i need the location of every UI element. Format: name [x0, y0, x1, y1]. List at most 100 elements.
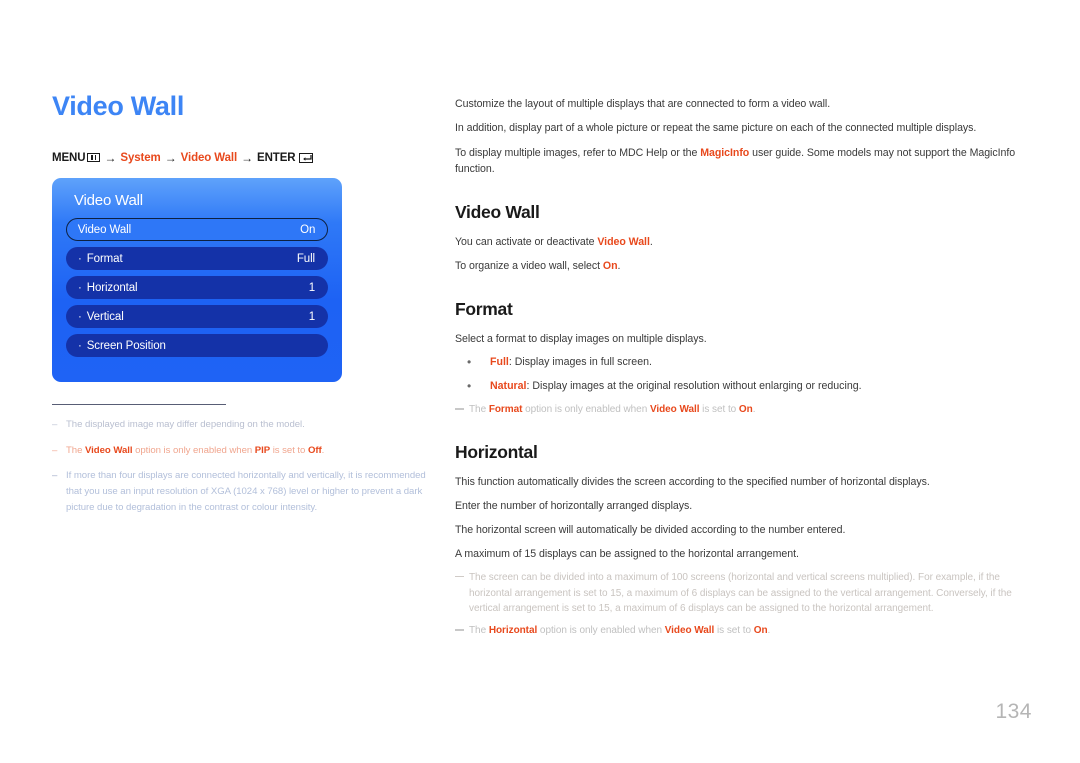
intro-paragraph: In addition, display part of a whole pic… — [455, 120, 1031, 136]
intro-paragraph: To display multiple images, refer to MDC… — [455, 145, 1031, 178]
osd-row-horizontal[interactable]: · Horizontal 1 — [66, 276, 328, 299]
section-heading: Horizontal — [455, 442, 538, 463]
emphasis-text: Format — [488, 404, 523, 416]
left-notes-list: – The displayed image may differ dependin… — [52, 417, 430, 515]
breadcrumb-arrow-2: → — [164, 150, 177, 165]
emphasis-text: Off — [307, 444, 322, 456]
osd-menu-panel: Video Wall Video Wall On · Format Full · Horiz… — [52, 178, 342, 382]
osd-row-label: · Horizontal — [78, 282, 138, 294]
section-video-wall: Video Wall You can activate or deactivate… — [455, 202, 1031, 275]
text-run: The — [469, 404, 489, 416]
section-paragraph: This function automatically divides the … — [455, 474, 1031, 491]
breadcrumb-arrow-3: → — [241, 150, 254, 165]
text-run: In addition, display part of a whole pic… — [455, 122, 977, 135]
text-run: To display multiple images, refer to MDC… — [455, 146, 701, 159]
emphasis-text: On — [602, 259, 618, 272]
left-column: Video Wall MENU → System → Video Wall → … — [52, 91, 432, 165]
text-run: A maximum of 15 displays can be assigned… — [455, 547, 799, 560]
text-run: . — [617, 259, 621, 272]
text-run: This function automatically divides the … — [455, 476, 930, 489]
osd-row-label: · Screen Position — [78, 340, 166, 352]
bullet-dot-icon: • — [467, 379, 472, 394]
osd-row-label-text: Horizontal — [86, 281, 138, 294]
text-run: is set to — [714, 625, 754, 637]
osd-row-format[interactable]: · Format Full — [66, 247, 328, 270]
section-paragraph: A maximum of 15 displays can be assigned… — [455, 546, 1031, 563]
document-page: Video Wall MENU → System → Video Wall → … — [0, 0, 1080, 763]
osd-row-bullet-icon: · — [78, 281, 82, 294]
osd-row-label: · Vertical — [78, 311, 124, 323]
osd-row-bullet-icon: · — [78, 339, 82, 352]
breadcrumb-menu: MENU — [52, 151, 101, 164]
osd-row-value: 1 — [308, 281, 315, 294]
section-note: The Horizontal option is only enabled wh… — [455, 623, 1031, 639]
text-run: The — [469, 625, 489, 637]
text-run: is set to — [699, 404, 739, 416]
breadcrumb-arrow-1: → — [104, 150, 117, 165]
text-run: : Display images in full screen. — [508, 356, 652, 369]
menu-grid-icon — [87, 153, 101, 163]
emphasis-text: Video Wall — [664, 625, 715, 637]
text-run: The horizontal screen will automatically… — [455, 523, 846, 536]
section-note: The Format option is only enabled when V… — [455, 402, 1031, 418]
osd-row-label-text: Video Wall — [77, 223, 132, 236]
text-run: . — [767, 625, 771, 637]
osd-row-value: On — [300, 223, 316, 236]
breadcrumb-video-wall: Video Wall — [180, 151, 238, 164]
emphasis-text: Video Wall — [649, 404, 700, 416]
left-notes: – The displayed image may differ dependin… — [52, 404, 430, 525]
text-run: The screen can be divided into a maximum… — [469, 571, 1012, 615]
section-format: Format Select a format to display images … — [455, 299, 1031, 419]
text-run: Enter the number of horizontally arrange… — [455, 500, 693, 513]
section-paragraph: You can activate or deactivate Video Wal… — [455, 234, 1031, 251]
osd-panel-title: Video Wall — [74, 192, 143, 209]
osd-row-vertical[interactable]: · Vertical 1 — [66, 305, 328, 328]
osd-row-bullet-icon: · — [78, 310, 82, 323]
osd-row-list: Video Wall On · Format Full · Horizontal 1 · Vert… — [66, 218, 328, 357]
text-run: To organize a video wall, select — [455, 259, 603, 272]
osd-row-video-wall[interactable]: Video Wall On — [66, 218, 328, 241]
section-bullet: • Natural: Display images at the original… — [455, 378, 1031, 395]
section-bullet: • Full: Display images in full screen. — [455, 354, 1031, 371]
breadcrumb-enter-label: ENTER — [257, 151, 296, 164]
breadcrumb-enter: ENTER — [257, 151, 313, 164]
text-run: The — [66, 444, 85, 456]
breadcrumb-menu-label: MENU — [52, 151, 86, 164]
text-run: Select a format to display images on mul… — [455, 332, 707, 345]
bullet-dot-icon: • — [467, 355, 472, 370]
osd-row-screen-position[interactable]: · Screen Position — [66, 334, 328, 357]
osd-row-bullet-icon: · — [78, 252, 82, 265]
osd-row-value: Full — [296, 252, 315, 265]
right-column: Customize the layout of multiple display… — [455, 96, 1031, 645]
section-paragraph: Select a format to display images on mul… — [455, 331, 1031, 348]
emphasis-text: PIP — [254, 444, 271, 456]
text-run: option is only enabled when — [522, 404, 650, 416]
osd-row-label-text: Vertical — [86, 310, 124, 323]
page-title: Video Wall — [52, 91, 185, 121]
emphasis-text: Video Wall — [85, 444, 133, 456]
text-run: . — [752, 404, 756, 416]
note-dash-icon: – — [52, 444, 58, 456]
intro-paragraph: Customize the layout of multiple display… — [455, 96, 1031, 112]
note-dash-icon — [455, 408, 464, 410]
content-sections: Video Wall You can activate or deactivate… — [455, 202, 1031, 639]
osd-row-label: · Format — [78, 253, 123, 265]
osd-row-label-text: Screen Position — [86, 339, 166, 352]
text-run: . — [321, 444, 325, 456]
left-note: – The displayed image may differ dependin… — [52, 417, 430, 433]
emphasis-text: On — [753, 625, 768, 637]
note-dash-icon — [455, 575, 464, 578]
notes-divider — [52, 404, 226, 406]
page-number: 134 — [995, 700, 1032, 723]
osd-row-label-text: Format — [86, 252, 123, 265]
left-note: – The Video Wall option is only enabled w… — [52, 443, 430, 459]
text-run: The displayed image may differ depending… — [66, 419, 305, 431]
text-run: Customize the layout of multiple display… — [455, 98, 831, 110]
text-run: You can activate or deactivate — [455, 235, 598, 248]
breadcrumb-system: System — [120, 151, 161, 164]
intro-paragraphs: Customize the layout of multiple display… — [455, 96, 1031, 178]
osd-row-value: 1 — [308, 310, 315, 323]
enter-return-icon — [298, 152, 313, 163]
note-dash-icon: – — [52, 470, 58, 482]
emphasis-text: Horizontal — [488, 625, 538, 637]
